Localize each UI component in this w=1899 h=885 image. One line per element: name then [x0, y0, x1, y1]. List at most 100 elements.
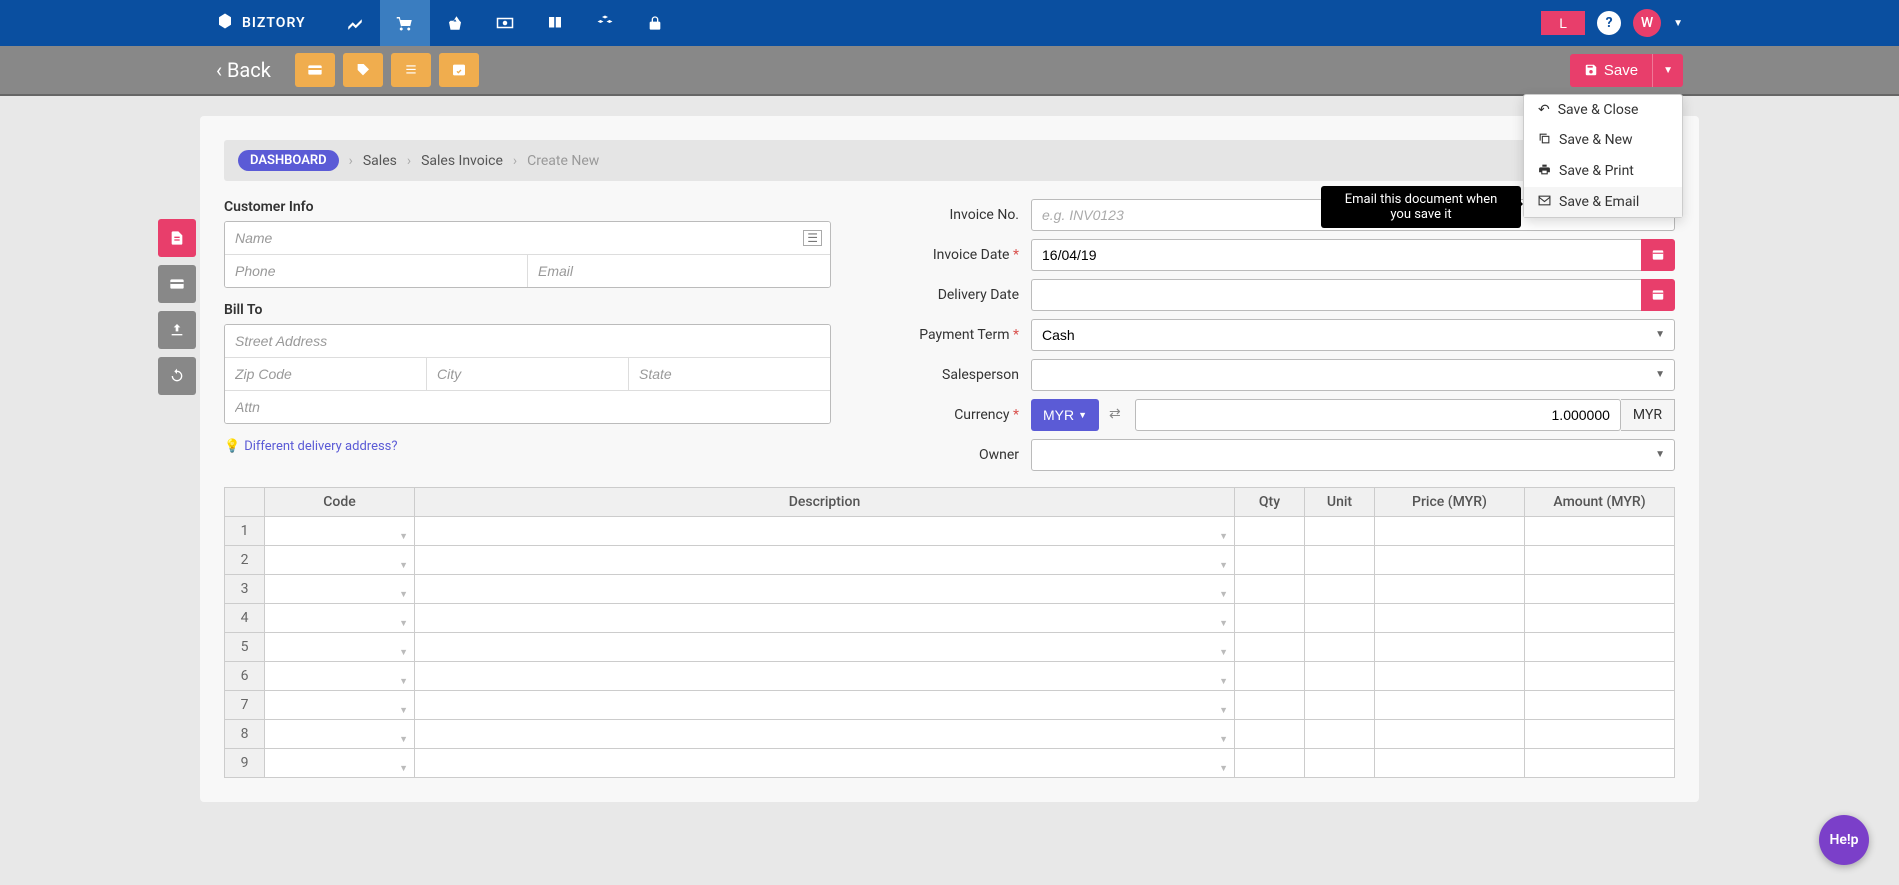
- code-cell[interactable]: [265, 749, 415, 778]
- save-button[interactable]: Save: [1570, 54, 1652, 87]
- code-cell[interactable]: [265, 546, 415, 575]
- unit-cell[interactable]: [1305, 720, 1375, 749]
- card-action-button[interactable]: [295, 53, 335, 87]
- currency-label: Currency: [891, 407, 1031, 423]
- qty-cell[interactable]: [1235, 575, 1305, 604]
- desc-cell[interactable]: [415, 691, 1235, 720]
- delivery-date-input[interactable]: [1031, 279, 1641, 311]
- price-cell[interactable]: [1375, 691, 1525, 720]
- topbar-right: L ? W ▼: [1541, 9, 1683, 37]
- invoice-date-input[interactable]: [1031, 239, 1641, 271]
- save-email-item[interactable]: Save & Email: [1524, 187, 1682, 217]
- different-delivery-link[interactable]: 💡 Different delivery address?: [224, 439, 398, 454]
- price-cell[interactable]: [1375, 662, 1525, 691]
- desc-cell[interactable]: [415, 662, 1235, 691]
- price-cell[interactable]: [1375, 604, 1525, 633]
- qty-cell[interactable]: [1235, 604, 1305, 633]
- unit-cell[interactable]: [1305, 575, 1375, 604]
- lock-icon[interactable]: [630, 0, 680, 46]
- phone-input[interactable]: [225, 255, 528, 287]
- unit-cell[interactable]: [1305, 604, 1375, 633]
- help-bubble[interactable]: He!p: [1819, 815, 1869, 865]
- avatar[interactable]: W: [1633, 9, 1661, 37]
- desc-cell[interactable]: [415, 575, 1235, 604]
- code-cell[interactable]: [265, 662, 415, 691]
- basket-icon[interactable]: [430, 0, 480, 46]
- cart-icon[interactable]: [380, 0, 430, 46]
- amount-cell: [1525, 604, 1675, 633]
- desc-cell[interactable]: [415, 720, 1235, 749]
- street-input[interactable]: [225, 325, 830, 357]
- print-icon: [1538, 163, 1551, 180]
- qty-cell[interactable]: [1235, 633, 1305, 662]
- desc-cell[interactable]: [415, 604, 1235, 633]
- desc-cell[interactable]: [415, 633, 1235, 662]
- boxes-icon[interactable]: [580, 0, 630, 46]
- help-icon[interactable]: ?: [1597, 11, 1621, 35]
- invoice-date-picker[interactable]: [1641, 239, 1675, 271]
- salesperson-select[interactable]: [1031, 359, 1675, 391]
- price-cell[interactable]: [1375, 517, 1525, 546]
- qty-cell[interactable]: [1235, 517, 1305, 546]
- state-input[interactable]: [629, 358, 830, 390]
- qty-cell[interactable]: [1235, 749, 1305, 778]
- price-cell[interactable]: [1375, 720, 1525, 749]
- unit-cell[interactable]: [1305, 691, 1375, 720]
- unit-cell[interactable]: [1305, 662, 1375, 691]
- customer-info-group: ☰: [224, 221, 831, 288]
- qty-cell[interactable]: [1235, 546, 1305, 575]
- list-action-button[interactable]: [391, 53, 431, 87]
- topbar: BIZTORY L ? W ▼: [0, 0, 1899, 46]
- desc-cell[interactable]: [415, 517, 1235, 546]
- payment-term-select[interactable]: [1031, 319, 1675, 351]
- tag-action-button[interactable]: [343, 53, 383, 87]
- city-input[interactable]: [427, 358, 629, 390]
- zip-input[interactable]: [225, 358, 427, 390]
- attn-input[interactable]: [225, 391, 830, 423]
- code-cell[interactable]: [265, 633, 415, 662]
- email-input[interactable]: [528, 255, 830, 287]
- currency-code: MYR: [1621, 399, 1675, 431]
- desc-cell[interactable]: [415, 546, 1235, 575]
- qty-cell[interactable]: [1235, 691, 1305, 720]
- owner-select[interactable]: [1031, 439, 1675, 471]
- breadcrumb-sales[interactable]: Sales: [363, 153, 397, 169]
- subscribe-button[interactable]: L: [1541, 11, 1585, 35]
- back-link[interactable]: ‹ Back: [216, 58, 271, 82]
- unit-cell[interactable]: [1305, 749, 1375, 778]
- contact-picker-icon[interactable]: ☰: [803, 230, 822, 246]
- price-cell[interactable]: [1375, 546, 1525, 575]
- save-new-item[interactable]: Save & New: [1524, 125, 1682, 156]
- unit-cell[interactable]: [1305, 633, 1375, 662]
- save-print-item[interactable]: Save & Print: [1524, 156, 1682, 187]
- code-cell[interactable]: [265, 517, 415, 546]
- currency-rate-input[interactable]: [1135, 399, 1621, 431]
- code-cell[interactable]: [265, 691, 415, 720]
- price-cell[interactable]: [1375, 575, 1525, 604]
- delivery-date-picker[interactable]: [1641, 279, 1675, 311]
- table-row: 8: [225, 720, 1675, 749]
- price-cell[interactable]: [1375, 633, 1525, 662]
- desc-cell[interactable]: [415, 749, 1235, 778]
- unit-cell[interactable]: [1305, 517, 1375, 546]
- breadcrumb-sales-invoice[interactable]: Sales Invoice: [421, 153, 503, 169]
- currency-select-button[interactable]: MYR ▼: [1031, 399, 1099, 431]
- user-menu-caret[interactable]: ▼: [1673, 18, 1683, 29]
- qty-cell[interactable]: [1235, 720, 1305, 749]
- book-icon[interactable]: [530, 0, 580, 46]
- save-close-item[interactable]: ↶ Save & Close: [1524, 95, 1682, 125]
- unit-cell[interactable]: [1305, 546, 1375, 575]
- chart-icon[interactable]: [330, 0, 380, 46]
- money-icon[interactable]: [480, 0, 530, 46]
- code-cell[interactable]: [265, 575, 415, 604]
- price-cell[interactable]: [1375, 749, 1525, 778]
- save-dropdown-toggle[interactable]: ▼: [1652, 54, 1683, 87]
- salesperson-label: Salesperson: [891, 367, 1031, 383]
- code-cell[interactable]: [265, 604, 415, 633]
- qty-cell[interactable]: [1235, 662, 1305, 691]
- calendar-action-button[interactable]: [439, 53, 479, 87]
- breadcrumb-dashboard[interactable]: DASHBOARD: [238, 150, 339, 171]
- col-code: Code: [265, 488, 415, 517]
- name-input[interactable]: [225, 222, 830, 254]
- code-cell[interactable]: [265, 720, 415, 749]
